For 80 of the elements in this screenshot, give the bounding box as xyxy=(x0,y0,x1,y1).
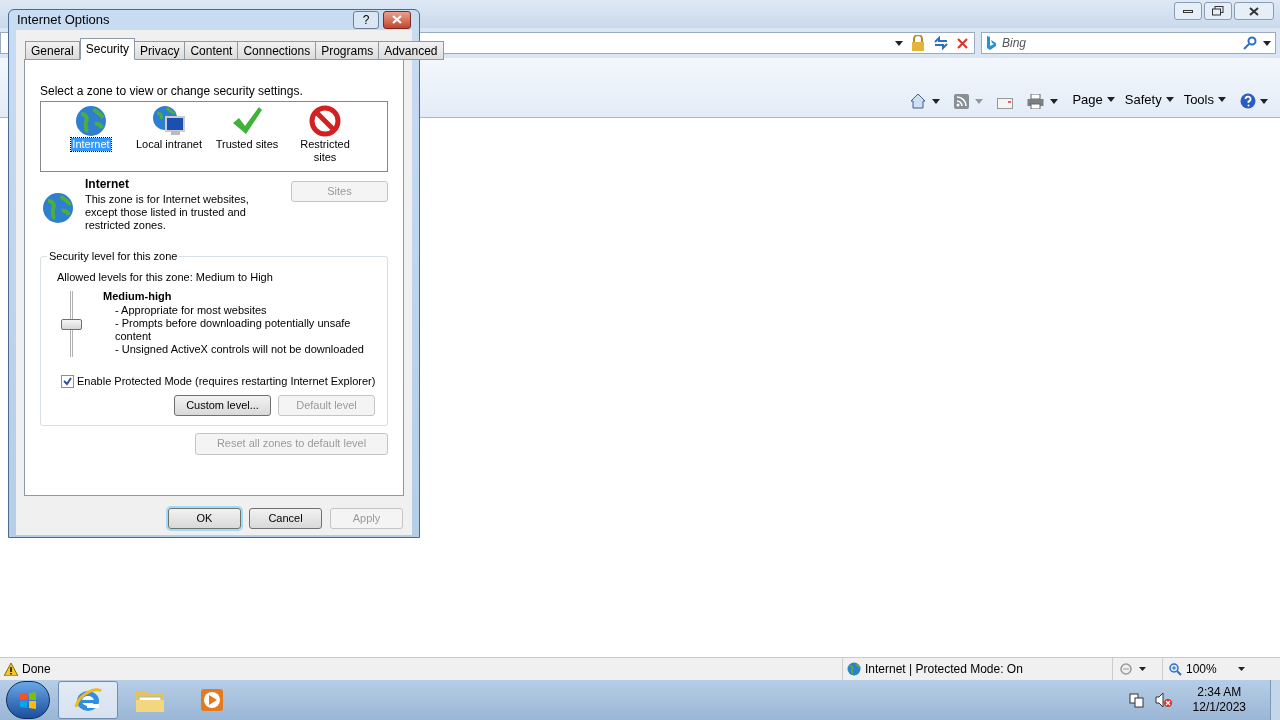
zoom-level[interactable]: 100% xyxy=(1186,660,1234,678)
close-button[interactable] xyxy=(1234,2,1274,20)
tab[interactable]: Security xyxy=(79,37,136,60)
dropdown-arrow-icon[interactable] xyxy=(1263,40,1271,46)
zone-name: Internet xyxy=(85,175,130,193)
feed-icon[interactable] xyxy=(954,94,970,109)
globe-computer-icon xyxy=(152,104,186,137)
bing-logo-icon xyxy=(986,36,996,50)
globe-icon xyxy=(847,662,861,676)
restore-button[interactable] xyxy=(1204,2,1232,20)
level-detail: - Unsigned ActiveX controls will not be downloaded xyxy=(115,343,365,356)
start-button[interactable] xyxy=(6,681,50,719)
tab[interactable]: Advanced xyxy=(378,40,444,60)
help-button[interactable]: ? xyxy=(353,10,379,29)
checkmark-icon xyxy=(231,104,263,137)
stop-icon[interactable] xyxy=(957,37,968,49)
tab[interactable]: Programs xyxy=(315,40,380,60)
clock-date: 12/1/2023 xyxy=(1192,700,1246,715)
network-icon[interactable] xyxy=(1128,692,1145,708)
globe-icon xyxy=(42,191,74,224)
dialog-button[interactable]: OK xyxy=(168,507,241,529)
zone-item[interactable]: Restricted sites xyxy=(289,137,361,164)
dropdown-arrow-icon[interactable] xyxy=(932,98,941,104)
search-placeholder: Bing xyxy=(1002,35,1028,52)
media-player-icon xyxy=(200,688,224,712)
printer-icon[interactable] xyxy=(1027,94,1045,109)
custom-level-button[interactable]: Custom level... xyxy=(174,394,271,416)
help-icon[interactable] xyxy=(1240,93,1256,109)
command-menu[interactable]: Tools xyxy=(1183,89,1214,109)
zoom-icon xyxy=(1169,662,1182,676)
globe-icon xyxy=(75,104,107,137)
home-icon[interactable] xyxy=(910,93,927,109)
dropdown-arrow-icon[interactable] xyxy=(1139,667,1146,671)
volume-muted-icon[interactable] xyxy=(1154,692,1173,708)
level-detail: - Prompts before downloading potentially unsafe content xyxy=(115,317,352,343)
protected-mode-label[interactable]: Enable Protected Mode (requires restarting Internet Explorer) xyxy=(77,373,376,390)
minimize-button[interactable] xyxy=(1174,2,1202,20)
close-icon xyxy=(1249,6,1259,16)
padlock-icon[interactable] xyxy=(911,35,925,51)
tab[interactable]: General xyxy=(25,40,80,60)
dialog-button[interactable]: Cancel xyxy=(249,507,322,529)
windows-logo-icon xyxy=(19,691,37,709)
dropdown-arrow-icon[interactable] xyxy=(895,40,903,46)
search-field[interactable]: Bing xyxy=(981,32,1276,54)
window-title: Internet Options xyxy=(17,11,110,29)
zone-list[interactable]: Internet Local intranet Trusted sites Restricted sites xyxy=(40,100,388,172)
slider-thumb[interactable] xyxy=(61,318,82,330)
no-entry-icon xyxy=(309,104,341,137)
dropdown-arrow-icon[interactable] xyxy=(1238,667,1245,671)
security-zone-status[interactable]: Internet | Protected Mode: On xyxy=(865,660,1023,678)
close-icon xyxy=(392,15,402,25)
zone-item[interactable]: Trusted sites xyxy=(214,137,280,151)
dropdown-arrow-icon[interactable] xyxy=(1165,96,1174,102)
status-text: Done xyxy=(22,661,52,678)
allowed-levels-text: Allowed levels for this zone: Medium to High xyxy=(57,269,274,285)
refresh-icon[interactable] xyxy=(933,36,949,50)
dropdown-arrow-icon[interactable] xyxy=(1260,98,1268,104)
dropdown-arrow-icon[interactable] xyxy=(1218,96,1226,102)
instruction-text: Select a zone to view or change security settings. xyxy=(40,82,304,100)
group-legend: Security level for this zone xyxy=(47,249,180,263)
dropdown-arrow-icon[interactable] xyxy=(1106,96,1115,102)
zone-description: This zone is for Internet websites, except those listed in trusted and restricted zones. xyxy=(85,192,250,232)
level-name: Medium-high xyxy=(103,289,173,304)
command-menu[interactable]: Page xyxy=(1072,89,1103,109)
search-icon[interactable] xyxy=(1243,36,1257,50)
warning-icon xyxy=(4,662,18,676)
tab[interactable]: Connections xyxy=(237,40,317,60)
level-detail: - Appropriate for most websites xyxy=(115,304,268,317)
clock[interactable]: 2:34 AM 12/1/2023 xyxy=(1192,685,1246,715)
tab[interactable]: Content xyxy=(184,40,239,60)
dropdown-arrow-icon[interactable] xyxy=(1050,99,1059,104)
checkbox[interactable] xyxy=(61,374,74,388)
taskbar-button[interactable] xyxy=(58,681,118,719)
clock-time: 2:34 AM xyxy=(1197,685,1242,700)
restore-icon xyxy=(1212,6,1224,16)
command-menu[interactable]: Safety xyxy=(1124,89,1162,109)
tab[interactable]: Privacy xyxy=(134,40,186,60)
zone-item[interactable]: Local intranet xyxy=(134,137,203,151)
mail-icon[interactable] xyxy=(997,98,1014,109)
close-button[interactable] xyxy=(383,10,411,29)
